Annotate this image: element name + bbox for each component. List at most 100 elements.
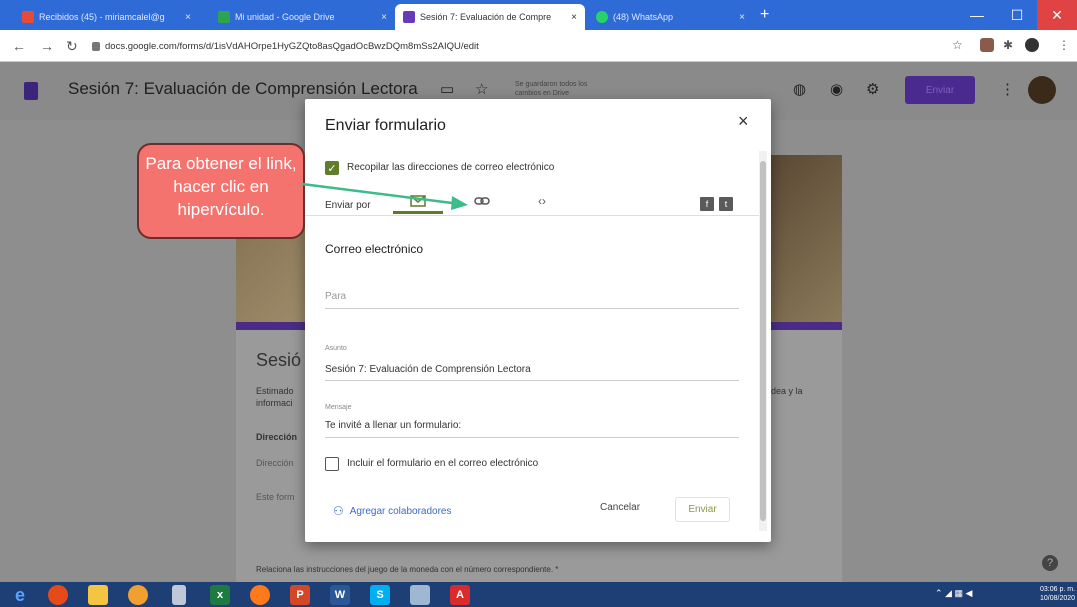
to-field[interactable]: Para	[325, 291, 346, 302]
bg-form-desc-2: informaci	[256, 398, 293, 408]
address-bar: ← → ↻ docs.google.com/forms/d/1isVdAHOrp…	[0, 30, 1077, 62]
subject-label: Asunto	[325, 345, 347, 352]
include-form-checkbox[interactable]	[325, 457, 339, 471]
tab-forms[interactable]: Sesión 7: Evaluación de Compre ×	[395, 4, 585, 30]
new-tab-button[interactable]: +	[760, 6, 769, 24]
tab-label: Mi unidad - Google Drive	[235, 12, 335, 22]
add-collaborators-button[interactable]: ⚇ Agregar colaboradores	[333, 504, 452, 518]
twitter-icon[interactable]: t	[719, 197, 733, 211]
gmail-icon	[22, 11, 34, 23]
drive-icon	[218, 11, 230, 23]
bg-form-desc-right: dea y la	[771, 386, 803, 396]
file-explorer-icon[interactable]	[88, 585, 108, 605]
tab-close-icon[interactable]: ×	[375, 12, 387, 23]
back-arrow-icon[interactable]: ←	[12, 38, 26, 54]
app-icon[interactable]	[128, 585, 148, 605]
firefox-icon[interactable]	[250, 585, 270, 605]
profile-avatar[interactable]	[1025, 38, 1039, 52]
to-underline	[325, 308, 739, 309]
add-person-icon: ⚇	[333, 504, 344, 518]
question-text: Relaciona las instrucciones del juego de…	[256, 565, 559, 574]
active-tab-indicator	[393, 211, 443, 214]
more-menu-icon[interactable]: ⋮	[1000, 80, 1015, 98]
printer-icon[interactable]	[410, 585, 430, 605]
document-icon[interactable]	[172, 585, 186, 605]
bg-dir-value: Dirección	[256, 458, 294, 468]
section-title: Correo electrónico	[325, 242, 424, 256]
puzzle-icon[interactable]: ✱	[1003, 38, 1013, 52]
forward-arrow-icon[interactable]: →	[40, 38, 54, 54]
avatar[interactable]	[1028, 76, 1056, 104]
acrobat-icon[interactable]: A	[450, 585, 470, 605]
embed-code-icon[interactable]: ‹›	[527, 191, 557, 211]
minimize-button[interactable]: —	[957, 0, 997, 30]
subject-underline	[325, 380, 739, 381]
palette-icon[interactable]: ◍	[793, 80, 806, 98]
tab-drive[interactable]: Mi unidad - Google Drive ×	[210, 4, 395, 30]
powerpoint-icon[interactable]: P	[290, 585, 310, 605]
preview-eye-icon[interactable]: ◉	[830, 80, 843, 98]
dialog-title: Enviar formulario	[325, 117, 446, 134]
bg-notice: Este form	[256, 492, 295, 502]
message-underline	[325, 437, 739, 438]
tray-icons[interactable]: ⌃ ◢ ▦ ◀	[935, 588, 972, 599]
message-label: Mensaje	[325, 404, 352, 411]
dialog-scrollbar-thumb[interactable]	[760, 161, 766, 521]
tab-whatsapp[interactable]: (48) WhatsApp ×	[588, 4, 753, 30]
window-close-button[interactable]: ✕	[1037, 0, 1077, 30]
save-status: Se guardaron todos los cambios en Drive	[515, 81, 588, 97]
forms-icon	[403, 11, 415, 23]
divider	[305, 215, 759, 216]
include-form-label: Incluir el formulario en el correo elect…	[347, 458, 539, 469]
system-clock[interactable]: 03:06 p. m. 10/08/2020	[1040, 585, 1075, 603]
settings-gear-icon[interactable]: ⚙	[866, 80, 879, 98]
browser-tab-strip: Recibidos (45) - miriamcalel@g × Mi unid…	[0, 0, 1077, 30]
maximize-button[interactable]: ☐	[997, 0, 1037, 30]
whatsapp-icon	[596, 11, 608, 23]
folder-icon[interactable]: ▭	[440, 80, 454, 98]
reload-icon[interactable]: ↻	[66, 38, 78, 55]
bg-dir-label: Dirección	[256, 432, 298, 442]
tab-label: Sesión 7: Evaluación de Compre	[420, 12, 552, 22]
clock-time: 03:06 p. m.	[1040, 586, 1076, 593]
tab-label: (48) WhatsApp	[613, 12, 674, 22]
tab-gmail[interactable]: Recibidos (45) - miriamcalel@g ×	[14, 4, 199, 30]
excel-icon[interactable]: x	[210, 585, 230, 605]
edge-icon[interactable]: e	[10, 585, 30, 605]
clock-date: 10/08/2020	[1040, 595, 1076, 602]
lock-icon	[92, 41, 100, 51]
bg-form-title: Sesió	[256, 350, 302, 370]
collect-emails-checkbox[interactable]: ✓	[325, 161, 339, 175]
bg-form-desc: Estimado	[256, 386, 294, 396]
url-field[interactable]: docs.google.com/forms/d/1isVdAHOrpe1HyGZ…	[92, 37, 922, 55]
help-icon[interactable]: ?	[1042, 555, 1058, 571]
chrome-icon[interactable]	[48, 585, 68, 605]
forms-doc-icon[interactable]	[24, 82, 38, 100]
send-form-dialog: Enviar formulario × ✓ Recopilar las dire…	[305, 99, 771, 542]
windows-taskbar: e x P W S A ⌃ ◢ ▦ ◀ 03:06 p. m. 10/08/20…	[0, 582, 1077, 607]
collect-emails-label: Recopilar las direcciones de correo elec…	[347, 162, 555, 173]
dialog-send-button[interactable]: Enviar	[675, 497, 730, 522]
send-button[interactable]: Enviar	[905, 76, 975, 104]
chrome-menu-icon[interactable]: ⋮	[1058, 38, 1070, 52]
url-text: docs.google.com/forms/d/1isVdAHOrpe1HyGZ…	[105, 40, 479, 52]
question-card: Relaciona las instrucciones del juego de…	[236, 545, 842, 585]
add-collaborators-label: Agregar colaboradores	[349, 505, 452, 517]
star-icon[interactable]: ☆	[475, 80, 488, 98]
callout-arrow	[301, 182, 468, 210]
subject-field[interactable]: Sesión 7: Evaluación de Comprensión Lect…	[325, 364, 531, 375]
cancel-button[interactable]: Cancelar	[600, 502, 640, 513]
bookmark-star-icon[interactable]: ☆	[952, 38, 963, 52]
form-title[interactable]: Sesión 7: Evaluación de Comprensión Lect…	[68, 79, 418, 99]
instruction-callout: Para obtener el link, hacer clic en hipe…	[137, 143, 305, 239]
close-icon[interactable]: ×	[738, 111, 749, 132]
tab-label: Recibidos (45) - miriamcalel@g	[39, 12, 165, 22]
facebook-icon[interactable]: f	[700, 197, 714, 211]
word-icon[interactable]: W	[330, 585, 350, 605]
tab-close-icon[interactable]: ×	[179, 12, 191, 23]
skype-icon[interactable]: S	[370, 585, 390, 605]
tab-close-icon[interactable]: ×	[733, 12, 745, 23]
message-field[interactable]: Te invité a llenar un formulario:	[325, 420, 461, 431]
tab-close-icon[interactable]: ×	[565, 12, 577, 23]
extension-icon[interactable]	[980, 38, 994, 52]
